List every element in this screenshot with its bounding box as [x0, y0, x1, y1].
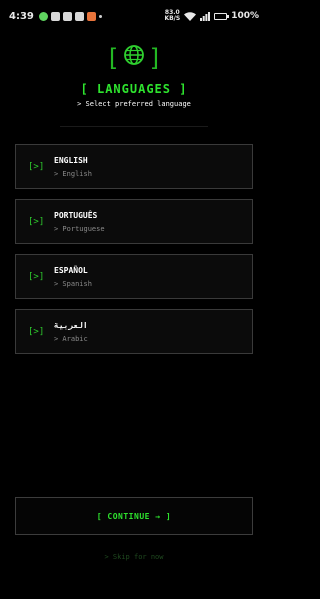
- language-option-arabic[interactable]: [>] العربية > Arabic: [15, 309, 253, 354]
- language-subtitle: > English: [54, 169, 92, 178]
- bracket-left: [: [105, 44, 120, 72]
- bracket-right: ]: [148, 44, 163, 72]
- play-notification-icon: [74, 11, 84, 21]
- shield-notification-icon: [38, 11, 48, 21]
- select-arrow-icon: [>]: [28, 326, 45, 337]
- language-subtitle: > Arabic: [54, 334, 88, 343]
- language-option-portuguese[interactable]: [>] PORTUGUÊS > Portuguese: [15, 199, 253, 244]
- status-right: 83.0 KB/S 100%: [164, 10, 259, 22]
- network-speed: 83.0 KB/S: [164, 10, 180, 22]
- continue-button[interactable]: [ CONTINUE → ]: [15, 497, 253, 535]
- wifi-icon: [184, 11, 197, 21]
- youtube-notification-icon: [50, 11, 60, 21]
- signal-icon: [200, 11, 211, 21]
- globe-icon: [123, 44, 145, 72]
- globe-header: [ ]: [0, 44, 268, 72]
- network-speed-unit: KB/S: [164, 15, 181, 22]
- youtube-notification-icon-2: [62, 11, 72, 21]
- language-name: ESPAÑOL: [54, 265, 88, 275]
- select-arrow-icon: [>]: [28, 216, 45, 227]
- status-bar: 4:39 83.0 KB/S 100%: [0, 0, 268, 32]
- more-notifications-icon: [98, 14, 102, 18]
- language-name: PORTUGUÊS: [54, 210, 98, 220]
- battery-percentage: 100%: [231, 11, 259, 21]
- language-selection-screen: 4:39 83.0 KB/S 100% [] [LANGUAGES] > …: [0, 0, 268, 599]
- battery-icon: [214, 12, 230, 20]
- select-arrow-icon: [>]: [28, 161, 45, 172]
- page-title: [ LANGUAGES ]: [80, 82, 188, 96]
- language-subtitle: > Spanish: [54, 279, 92, 288]
- language-option-english[interactable]: [>] ENGLISH > English: [15, 144, 253, 189]
- status-time: 4:39: [9, 10, 34, 22]
- language-subtitle: > Portuguese: [54, 224, 105, 233]
- language-name: العربية: [54, 320, 88, 330]
- app-notification-icon: [86, 11, 96, 21]
- notification-icons: [38, 11, 102, 21]
- select-arrow-icon: [>]: [28, 271, 45, 282]
- skip-link[interactable]: > Skip for now: [0, 553, 268, 561]
- language-name: ENGLISH: [54, 155, 88, 165]
- page-subtitle: > Select preferred language: [77, 100, 191, 108]
- language-list: [>] ENGLISH > English [>] PORTUGUÊS > Po…: [15, 144, 253, 364]
- header-divider: [60, 126, 208, 127]
- language-option-spanish[interactable]: [>] ESPAÑOL > Spanish: [15, 254, 253, 299]
